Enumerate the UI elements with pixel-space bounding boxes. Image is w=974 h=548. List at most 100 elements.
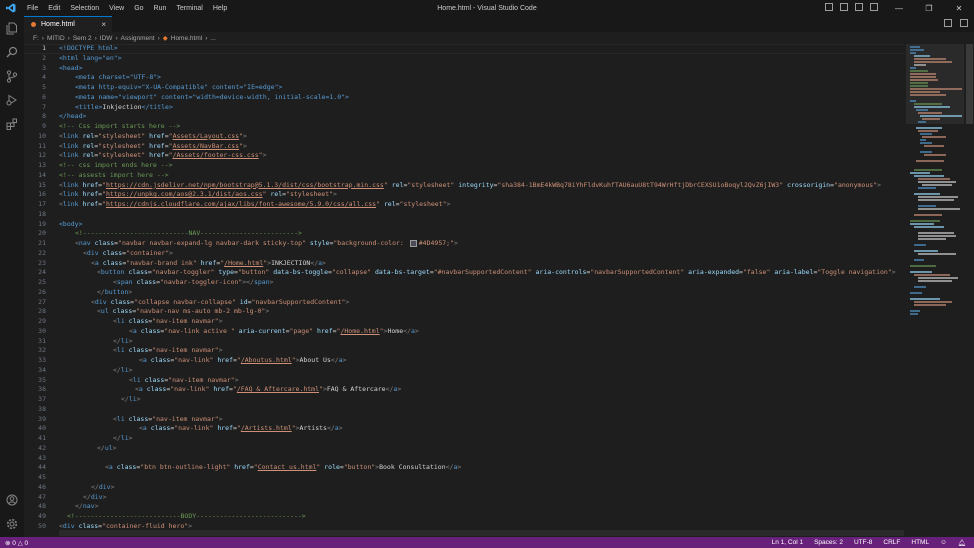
warning-count: 0 xyxy=(24,539,29,547)
breadcrumb-item[interactable]: Sem 2 xyxy=(73,35,92,42)
line-number: 25 xyxy=(38,278,46,286)
minimize-button[interactable]: — xyxy=(884,0,914,16)
menu-terminal[interactable]: Terminal xyxy=(171,5,207,12)
code-line: <button class="navbar-toggler" type="but… xyxy=(97,268,896,277)
line-number: 3 xyxy=(42,63,46,72)
close-tab-icon[interactable]: × xyxy=(101,20,106,29)
vscode-logo-icon xyxy=(0,3,22,13)
code-line: </button> xyxy=(97,287,133,296)
code-line: <div class="container"> xyxy=(83,248,174,257)
code-line: </li> xyxy=(113,336,133,345)
line-number: 50 xyxy=(38,521,46,530)
close-window-button[interactable]: ✕ xyxy=(944,0,974,16)
code-line: <body> xyxy=(59,219,83,228)
extensions-icon[interactable] xyxy=(4,116,20,132)
code-line: </div> xyxy=(83,492,107,501)
code-line: <a class="nav-link" href="/Aboutus.html"… xyxy=(139,356,347,364)
problems-indicator[interactable]: ⊗ 0 △ 0 xyxy=(5,539,28,547)
code-line: <!-- assests import here --> xyxy=(59,170,169,179)
line-number: 8 xyxy=(42,112,46,121)
feedback-icon[interactable]: ☺ xyxy=(940,539,947,547)
cursor-position[interactable]: Ln 1, Col 1 xyxy=(772,539,803,547)
language-mode[interactable]: HTML xyxy=(911,539,929,547)
search-icon[interactable] xyxy=(4,44,20,60)
customize-layout-icon[interactable] xyxy=(870,3,878,11)
line-number: 39 xyxy=(38,414,46,423)
toggle-secondary-sidebar-icon[interactable] xyxy=(855,3,863,11)
menu-edit[interactable]: Edit xyxy=(43,5,65,12)
line-number: 9 xyxy=(42,122,46,130)
breadcrumb-item[interactable]: Home.html xyxy=(171,35,202,42)
menu-run[interactable]: Run xyxy=(149,5,172,12)
menu-help[interactable]: Help xyxy=(208,5,232,12)
account-icon[interactable] xyxy=(4,492,20,508)
code-line: <!-- css import ends here --> xyxy=(59,161,173,169)
code-line: <!---------------------------NAV--------… xyxy=(75,229,302,238)
code-line: <nav class="navbar navbar-expand-lg navb… xyxy=(75,239,458,247)
line-number: 38 xyxy=(38,404,46,413)
menu-selection[interactable]: Selection xyxy=(65,5,104,12)
menu-file[interactable]: File xyxy=(22,5,43,12)
indentation[interactable]: Spaces: 2 xyxy=(814,539,843,547)
minimap[interactable] xyxy=(906,44,964,530)
breadcrumb-item[interactable]: Assignment xyxy=(121,35,155,42)
vertical-scrollbar[interactable] xyxy=(964,44,974,530)
line-number: 35 xyxy=(38,375,46,384)
explorer-icon[interactable] xyxy=(4,20,20,36)
line-number: 43 xyxy=(38,453,46,462)
code-line: <link rel="stylesheet" href="/Assets/foo… xyxy=(59,151,267,160)
breadcrumb-item[interactable]: MITID xyxy=(47,35,65,42)
line-number: 29 xyxy=(38,317,46,325)
code-line: <html lang="en"> xyxy=(59,53,122,62)
toggle-panel-icon[interactable] xyxy=(840,3,848,11)
code-line: <meta charset="UTF-8"> xyxy=(75,73,162,82)
code-line: <!---------------------------BODY-------… xyxy=(67,512,306,520)
color-swatch[interactable] xyxy=(409,239,417,247)
code-line: </li> xyxy=(113,434,133,442)
toggle-primary-sidebar-icon[interactable] xyxy=(825,3,833,11)
menu-go[interactable]: Go xyxy=(129,5,148,12)
source-control-icon[interactable] xyxy=(4,68,20,84)
line-number: 23 xyxy=(38,258,46,267)
tab-label: Home.html xyxy=(41,21,75,28)
breadcrumb-item[interactable]: ... xyxy=(210,35,215,42)
menu-view[interactable]: View xyxy=(104,5,129,12)
code-line: <a class="navbar-brand ink" href="/Home.… xyxy=(91,258,326,267)
line-number: 21 xyxy=(38,239,46,247)
line-number: 12 xyxy=(38,151,46,160)
restore-button[interactable]: ❐ xyxy=(914,0,944,16)
breadcrumb-item[interactable]: IDW xyxy=(100,35,113,42)
more-actions-icon[interactable] xyxy=(960,19,968,27)
settings-gear-icon[interactable] xyxy=(4,516,20,532)
run-debug-icon[interactable] xyxy=(4,92,20,108)
line-number: 14 xyxy=(38,170,46,179)
end-of-line[interactable]: CRLF xyxy=(883,539,900,547)
code-line: <link href="https://cdnjs.cloudflare.com… xyxy=(59,200,451,208)
line-number: 26 xyxy=(38,287,46,296)
notifications-bell-icon[interactable]: 🔔︎ xyxy=(958,539,966,547)
line-number: 42 xyxy=(38,443,46,452)
code-line: </div> xyxy=(91,482,115,491)
breadcrumb-item[interactable]: F: xyxy=(33,35,39,42)
code-line: <meta http-equiv="X-UA-Compatible" conte… xyxy=(75,83,283,91)
error-count: 0 xyxy=(12,539,16,547)
code-line: </li> xyxy=(113,365,133,374)
scrollbar-thumb[interactable] xyxy=(966,44,973,124)
encoding[interactable]: UTF-8 xyxy=(854,539,872,547)
line-number: 15 xyxy=(38,180,46,189)
line-number: 24 xyxy=(38,268,46,277)
tab-home-html[interactable]: Home.html × xyxy=(24,16,112,32)
code-line: <link href="https://cdn.jsdelivr.net/npm… xyxy=(59,180,882,189)
horizontal-scrollbar[interactable] xyxy=(59,530,904,536)
code-line: <!DOCTYPE html> xyxy=(59,44,118,52)
layout-controls xyxy=(825,3,878,11)
line-number: 37 xyxy=(38,395,46,403)
editor-actions xyxy=(944,19,968,27)
line-number: 48 xyxy=(38,502,46,511)
code-editor[interactable]: 1 <!DOCTYPE html> 2 <html lang="en"> 3 <hea… xyxy=(24,44,904,530)
line-number: 2 xyxy=(42,53,46,62)
activity-bar xyxy=(0,16,24,537)
code-line: <li class="nav-item navmar"> xyxy=(129,375,239,384)
split-editor-icon[interactable] xyxy=(944,19,952,27)
line-number: 27 xyxy=(38,297,46,306)
